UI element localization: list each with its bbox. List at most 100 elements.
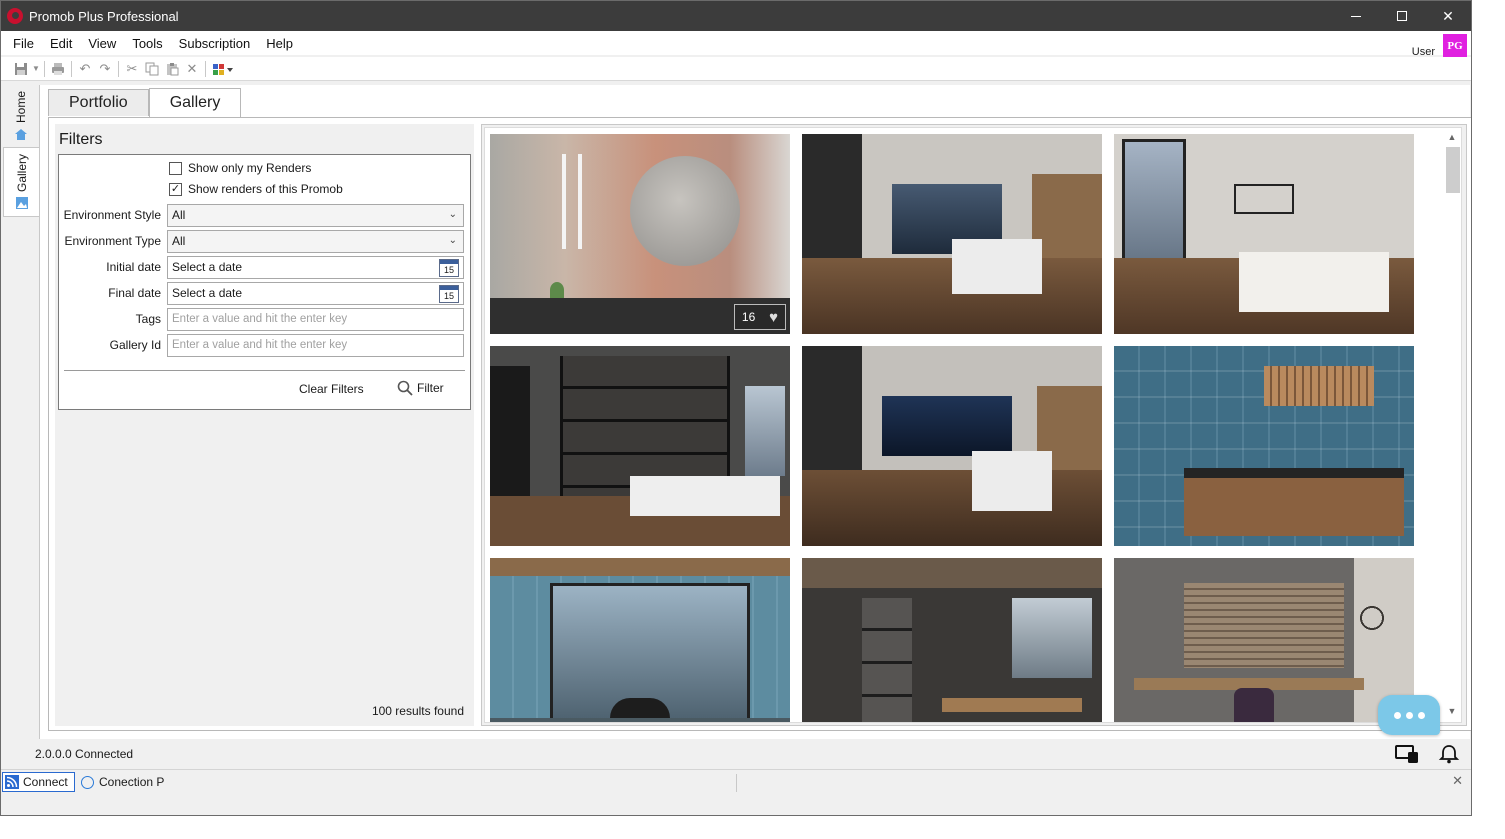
sidetab-gallery[interactable]: Gallery — [3, 147, 39, 217]
gallery-item[interactable] — [490, 558, 790, 722]
show-renders-of-this-promob-row[interactable]: ✓ Show renders of this Promob — [169, 182, 343, 196]
scissors-icon: ✂ — [126, 60, 138, 76]
scroll-down-icon[interactable]: ▼ — [1444, 705, 1460, 717]
gallery-item[interactable] — [802, 558, 1102, 722]
paste-button[interactable] — [162, 59, 182, 79]
environment-type-value: All — [172, 234, 186, 248]
menu-bar: File Edit View Tools Subscription Help — [1, 31, 1471, 55]
sidetab-home[interactable]: Home — [3, 85, 39, 147]
chevron-down-icon: ⌄ — [448, 208, 457, 220]
final-date-label: Final date — [108, 286, 161, 300]
gallery-item[interactable] — [490, 346, 790, 546]
gallery-item[interactable]: 16 ♥ — [490, 134, 790, 334]
tab-gallery[interactable]: Gallery — [148, 88, 242, 117]
save-dropdown-button[interactable]: ▼ — [31, 59, 41, 79]
wall-light — [578, 154, 582, 249]
filters-box: Show only my Renders ✓ Show renders of t… — [58, 154, 471, 410]
image-icon — [15, 197, 28, 210]
window-title: Promob Plus Professional — [29, 8, 179, 24]
gallery-item[interactable] — [1114, 346, 1414, 546]
bottom-separator — [736, 774, 737, 792]
bell-icon[interactable] — [1437, 744, 1461, 764]
vanity-cabinet — [1184, 476, 1404, 536]
environment-style-select[interactable]: All ⌄ — [167, 203, 464, 227]
heart-icon[interactable]: ♥ — [769, 309, 778, 326]
gallery-item[interactable] — [802, 346, 1102, 546]
round-mirror — [630, 156, 740, 266]
filter-button[interactable]: Filter — [397, 380, 444, 396]
floor — [1114, 722, 1414, 723]
plant — [550, 282, 564, 298]
tab-portfolio[interactable]: Portfolio — [48, 89, 149, 116]
tags-label: Tags — [135, 312, 161, 326]
title-bar: Promob Plus Professional ✕ — [1, 1, 1471, 31]
gallery-item[interactable] — [1114, 134, 1414, 334]
toolbar: ▼ ↶ ↷ ✂ ✕ — [1, 57, 1471, 81]
dining-table — [630, 476, 780, 516]
filters-divider — [64, 370, 465, 371]
gallery-id-input[interactable]: Enter a value and hit the enter key — [167, 333, 464, 357]
cut-button[interactable]: ✂ — [122, 59, 142, 79]
devices-icon[interactable] — [1395, 744, 1419, 764]
scrollbar-thumb[interactable] — [1446, 147, 1460, 193]
menu-edit[interactable]: Edit — [42, 36, 80, 51]
window-blinds — [1184, 583, 1344, 668]
tags-input[interactable]: Enter a value and hit the enter key — [167, 307, 464, 331]
menu-subscription[interactable]: Subscription — [171, 36, 259, 51]
color-palette-button[interactable] — [209, 59, 237, 79]
close-button[interactable]: ✕ — [1425, 1, 1471, 31]
menu-tools[interactable]: Tools — [124, 36, 170, 51]
window-view — [1012, 598, 1092, 678]
copy-icon — [145, 62, 159, 75]
likes-badge[interactable]: 16 ♥ — [734, 304, 786, 330]
calendar-icon[interactable]: 15 — [439, 284, 459, 303]
chat-dot — [1393, 711, 1401, 719]
scroll-up-icon[interactable]: ▲ — [1444, 131, 1460, 143]
undo-icon: ↶ — [79, 60, 91, 76]
menu-help[interactable]: Help — [258, 36, 301, 51]
initial-date-row: Initial date Select a date 15 — [59, 255, 472, 279]
save-button[interactable] — [11, 59, 31, 79]
close-panel-icon[interactable]: ✕ — [1452, 773, 1463, 789]
toolbar-separator — [71, 60, 72, 77]
gallery-scrollbar[interactable]: ▲ ▼ — [1444, 131, 1460, 717]
show-only-my-renders-row[interactable]: Show only my Renders — [169, 161, 311, 175]
wood-ceiling — [802, 558, 1102, 588]
menu-view[interactable]: View — [80, 36, 124, 51]
avatar[interactable]: PG — [1443, 34, 1467, 58]
minimize-button[interactable] — [1333, 1, 1379, 31]
shelving — [862, 598, 912, 722]
gallery-item[interactable] — [802, 134, 1102, 334]
initial-date-value: Select a date — [172, 260, 243, 274]
filter-button-label: Filter — [417, 381, 444, 395]
environment-type-select[interactable]: All ⌄ — [167, 229, 464, 253]
gallery-id-placeholder: Enter a value and hit the enter key — [172, 339, 348, 351]
delete-button[interactable]: ✕ — [182, 59, 202, 79]
show-only-my-renders-checkbox[interactable] — [169, 161, 182, 175]
final-date-row: Final date Select a date 15 — [59, 281, 472, 305]
gallery-id-label: Gallery Id — [109, 338, 161, 352]
print-button[interactable] — [48, 59, 68, 79]
connect-tab[interactable]: Connect — [2, 772, 75, 792]
connection-tab[interactable]: Conection P — [81, 772, 164, 792]
gallery-item[interactable] — [1114, 558, 1414, 723]
maximize-button[interactable] — [1379, 1, 1425, 31]
filters-pane: Filters Show only my Renders ✓ Show rend… — [55, 124, 474, 726]
final-date-input[interactable]: Select a date 15 — [167, 281, 464, 305]
search-icon — [397, 380, 413, 396]
menu-file[interactable]: File — [5, 36, 42, 51]
calendar-icon[interactable]: 15 — [439, 258, 459, 277]
show-renders-of-this-promob-checkbox[interactable]: ✓ — [169, 182, 182, 196]
final-date-value: Select a date — [172, 286, 243, 300]
redo-button[interactable]: ↷ — [95, 59, 115, 79]
copy-button[interactable] — [142, 59, 162, 79]
vanity-top — [1184, 468, 1404, 478]
clear-filters-button[interactable]: Clear Filters — [299, 382, 364, 396]
side-tabs: Home Gallery — [1, 85, 39, 731]
undo-button[interactable]: ↶ — [75, 59, 95, 79]
wood-floor — [802, 470, 1102, 546]
chat-button[interactable] — [1378, 695, 1440, 735]
chevron-down-icon: ⌄ — [448, 234, 457, 246]
window-view — [745, 386, 785, 476]
initial-date-input[interactable]: Select a date 15 — [167, 255, 464, 279]
